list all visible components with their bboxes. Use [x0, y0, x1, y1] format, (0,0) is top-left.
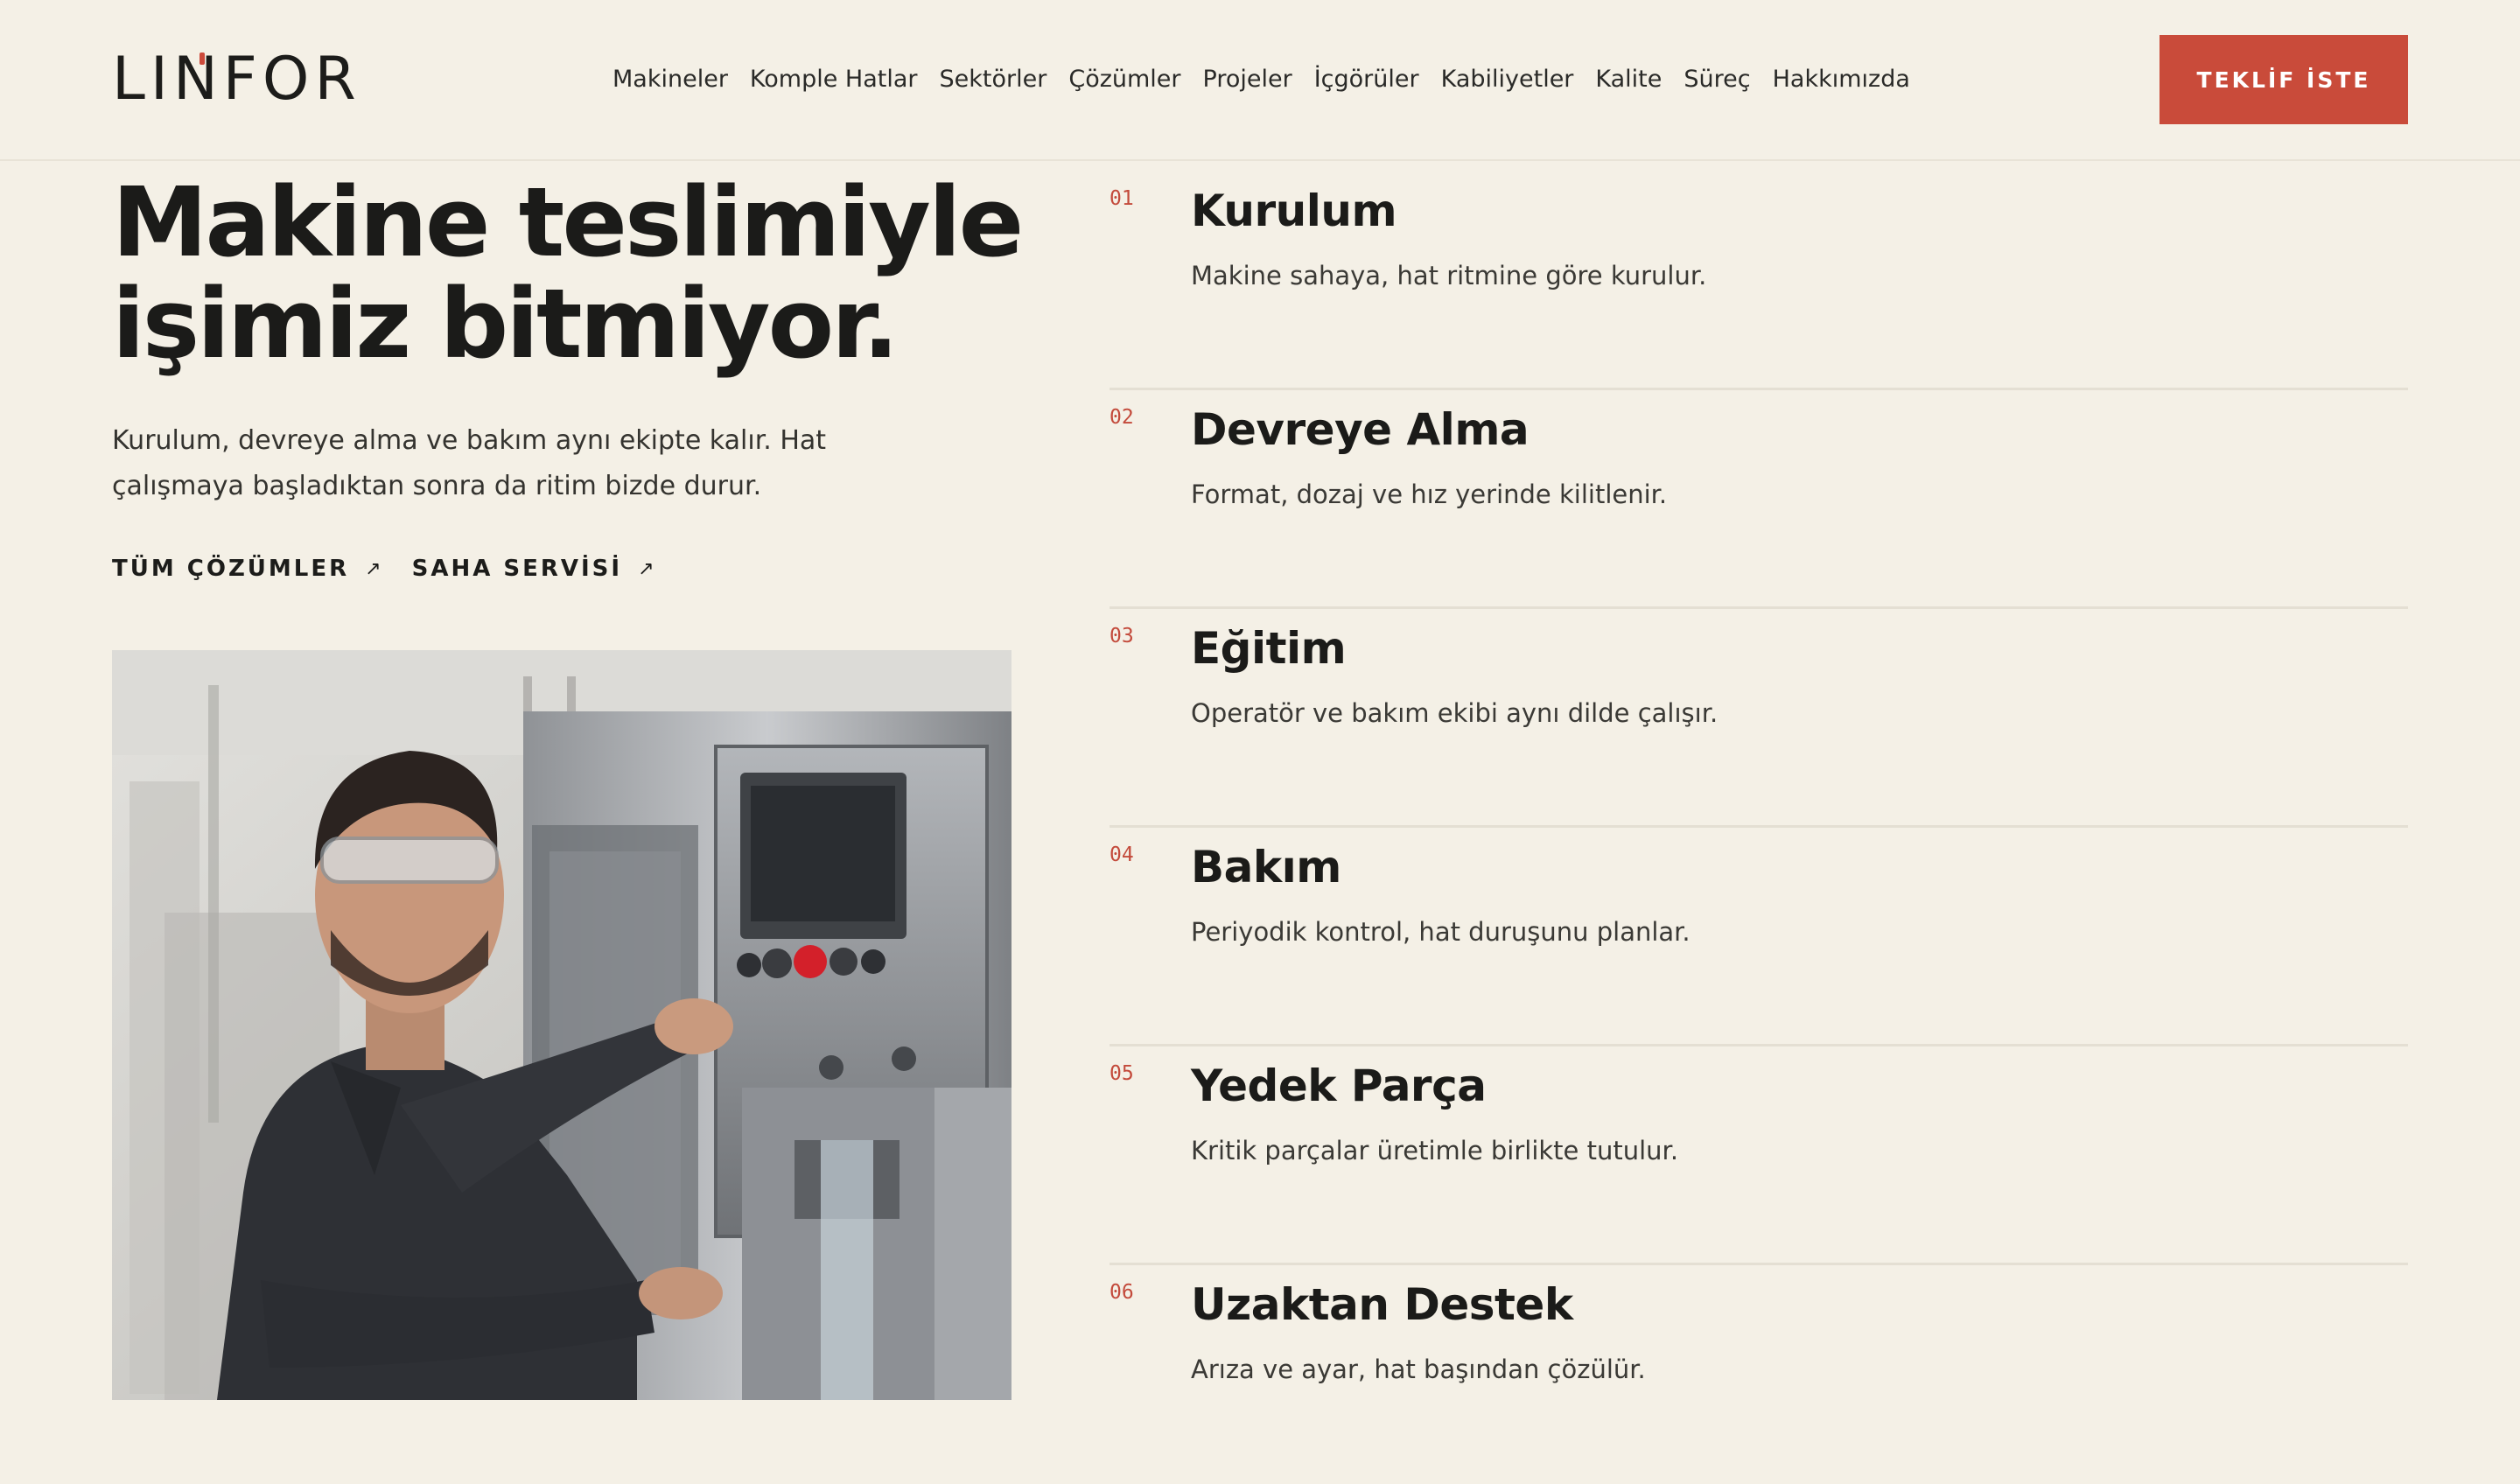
field-service-label: SAHA SERVİSİ	[411, 556, 623, 582]
all-solutions-link[interactable]: TÜM ÇÖZÜMLER ↗	[112, 556, 384, 582]
nav-item-cozumler[interactable]: Çözümler	[1068, 66, 1180, 93]
service-title: Eğitim	[1191, 623, 1347, 674]
nav-item-sektorler[interactable]: Sektörler	[940, 66, 1047, 93]
service-title: Devreye Alma	[1191, 404, 1530, 455]
hero-description-line1: Kurulum, devreye alma ve bakım aynı ekip…	[112, 425, 827, 456]
hero-heading-line1: Makine teslimiyle	[112, 166, 1024, 278]
service-title: Bakım	[1191, 842, 1341, 892]
service-number: 06	[1110, 1281, 1134, 1304]
hero-heading-line2: işimiz bitmiyor.	[112, 268, 900, 380]
service-title: Yedek Parça	[1191, 1060, 1487, 1111]
service-title: Kurulum	[1191, 186, 1397, 236]
hero-description: Kurulum, devreye alma ve bakım aynı ekip…	[112, 418, 900, 509]
arrow-up-right-icon: ↗	[638, 557, 657, 580]
service-description: Periyodik kontrol, hat duruşunu planlar.	[1191, 917, 1690, 947]
service-item: 03 Eğitim Operatör ve bakım ekibi aynı d…	[1110, 609, 2408, 828]
nav-item-projeler[interactable]: Projeler	[1203, 66, 1292, 93]
service-number: 03	[1110, 625, 1134, 648]
nav-item-komple-hatlar[interactable]: Komple Hatlar	[750, 66, 918, 93]
service-item: 01 Kurulum Makine sahaya, hat ritmine gö…	[1110, 172, 2408, 390]
brand-logo[interactable]: LINFOR	[112, 44, 361, 114]
site-header: LINFOR Makineler Komple Hatlar Sektörler…	[0, 0, 2520, 161]
service-description: Format, dozaj ve hız yerinde kilitlenir.	[1191, 480, 1668, 509]
service-item: 05 Yedek Parça Kritik parçalar üretimle …	[1110, 1046, 2408, 1265]
service-item: 04 Bakım Periyodik kontrol, hat duruşunu…	[1110, 828, 2408, 1046]
services-list: 01 Kurulum Makine sahaya, hat ritmine gö…	[1110, 172, 2408, 1484]
hero-links: TÜM ÇÖZÜMLER ↗ SAHA SERVİSİ ↗	[112, 551, 657, 586]
technician-machine-photo	[112, 650, 1012, 1400]
nav-item-surec[interactable]: Süreç	[1684, 66, 1750, 93]
service-number: 01	[1110, 187, 1134, 210]
request-quote-button[interactable]: TEKLİF İSTE	[2160, 35, 2408, 124]
nav-item-makineler[interactable]: Makineler	[612, 66, 728, 93]
main-nav: Makineler Komple Hatlar Sektörler Çözüml…	[612, 61, 1910, 96]
service-description: Kritik parçalar üretimle birlikte tutulu…	[1191, 1136, 1679, 1166]
photo-illustration	[112, 650, 1012, 1400]
service-title: Uzaktan Destek	[1191, 1279, 1573, 1330]
nav-item-hakkimizda[interactable]: Hakkımızda	[1773, 66, 1910, 93]
service-number: 02	[1110, 406, 1134, 429]
service-number: 04	[1110, 844, 1134, 866]
service-description: Arıza ve ayar, hat başından çözülür.	[1191, 1354, 1646, 1384]
hero-description-line2: çalışmaya başladıktan sonra da ritim biz…	[112, 471, 762, 501]
field-service-link[interactable]: SAHA SERVİSİ ↗	[412, 556, 657, 582]
service-item: 02 Devreye Alma Format, dozaj ve hız yer…	[1110, 390, 2408, 609]
logo-accent-mark	[200, 52, 205, 65]
service-number: 05	[1110, 1062, 1134, 1085]
logo-text: LINFOR	[112, 44, 361, 114]
service-description: Makine sahaya, hat ritmine göre kurulur.	[1191, 261, 1707, 290]
nav-item-kabiliyetler[interactable]: Kabiliyetler	[1441, 66, 1574, 93]
hero-heading: Makine teslimiyle işimiz bitmiyor.	[112, 172, 1074, 374]
arrow-up-right-icon: ↗	[365, 557, 384, 580]
service-description: Operatör ve bakım ekibi aynı dilde çalış…	[1191, 698, 1718, 728]
nav-item-icgoruler[interactable]: İçgörüler	[1314, 66, 1419, 93]
nav-item-kalite[interactable]: Kalite	[1595, 66, 1662, 93]
service-item: 06 Uzaktan Destek Arıza ve ayar, hat baş…	[1110, 1265, 2408, 1484]
all-solutions-label: TÜM ÇÖZÜMLER	[112, 556, 350, 582]
